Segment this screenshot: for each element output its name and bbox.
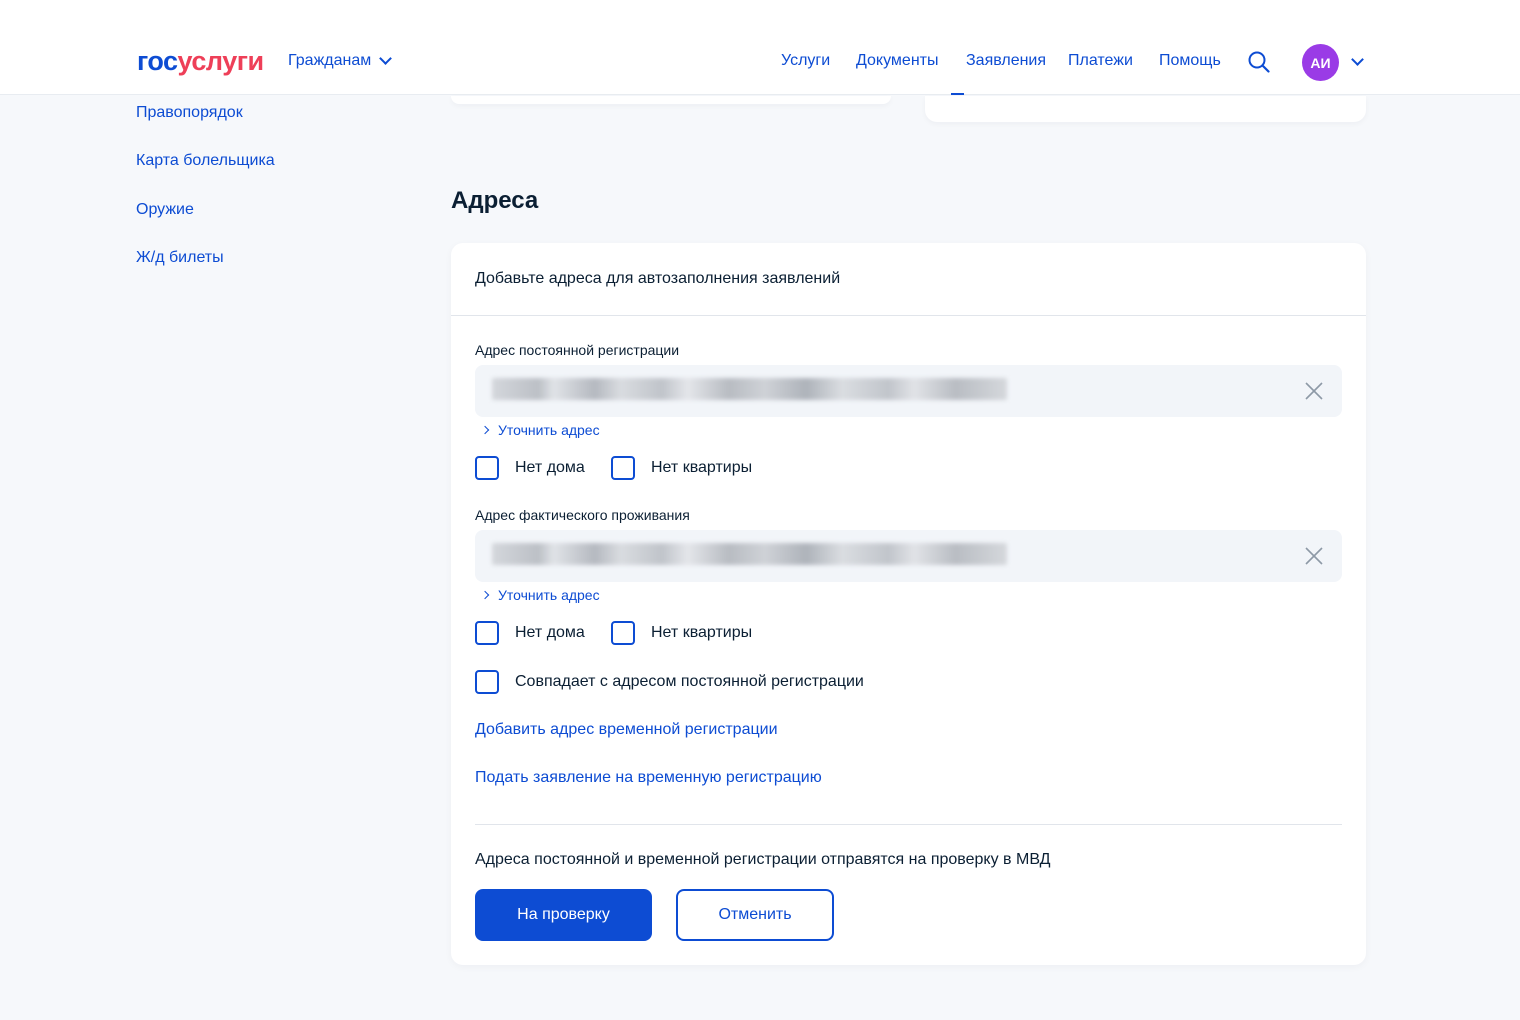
- gosuslugi-logo[interactable]: госуслуги: [137, 46, 264, 76]
- apply-temp-registration-link[interactable]: Подать заявление на временную регистраци…: [475, 769, 822, 787]
- nav-applications[interactable]: Заявления: [966, 52, 1046, 70]
- actual-no-house-checkbox[interactable]: Нет дома: [475, 621, 585, 645]
- chevron-down-icon: [379, 52, 393, 65]
- sidebar-item-train-tickets[interactable]: Ж/д билеты: [136, 249, 224, 267]
- sidebar-item-weapons[interactable]: Оружие: [136, 201, 194, 219]
- page-title: Адреса: [451, 187, 539, 214]
- close-icon[interactable]: [1304, 381, 1324, 401]
- checkbox-label: Нет дома: [515, 624, 585, 641]
- refine-permanent-address[interactable]: Уточнить адрес: [480, 422, 600, 438]
- addresses-intro: Добавьте адреса для автозаполнения заявл…: [475, 270, 841, 287]
- divider: [475, 824, 1342, 825]
- actual-address-field[interactable]: [475, 530, 1342, 582]
- chevron-right-icon: [480, 590, 490, 600]
- actual-no-flat-checkbox[interactable]: Нет квартиры: [611, 621, 752, 645]
- refine-actual-address[interactable]: Уточнить адрес: [480, 587, 600, 603]
- divider: [451, 315, 1366, 316]
- close-icon[interactable]: [1304, 546, 1324, 566]
- previous-card-bottom: [451, 96, 891, 104]
- checkbox-box[interactable]: [475, 621, 499, 645]
- refine-label: Уточнить адрес: [498, 422, 600, 438]
- checkbox-box[interactable]: [475, 670, 499, 694]
- previous-card-bottom-right: [925, 96, 1366, 122]
- nav-help[interactable]: Помощь: [1159, 52, 1221, 70]
- profile-chevron-down-icon[interactable]: [1351, 53, 1364, 66]
- checkbox-box[interactable]: [611, 621, 635, 645]
- checkbox-label: Нет квартиры: [651, 624, 753, 641]
- checkbox-label: Нет квартиры: [651, 459, 753, 476]
- sidebar-item-law-order[interactable]: Правопорядок: [136, 104, 243, 122]
- permanent-no-flat-checkbox[interactable]: Нет квартиры: [611, 456, 752, 480]
- search-icon[interactable]: [1248, 51, 1270, 73]
- checkbox-label: Нет дома: [515, 459, 585, 476]
- permanent-address-label: Адрес постоянной регистрации: [475, 342, 680, 358]
- submit-for-check-button[interactable]: На проверку: [475, 889, 652, 941]
- audience-menu[interactable]: Гражданам: [288, 52, 393, 70]
- checkbox-box[interactable]: [611, 456, 635, 480]
- top-header: госуслуги Гражданам Услуги Документы Зая…: [0, 0, 1520, 95]
- chevron-right-icon: [480, 425, 490, 435]
- permanent-address-field[interactable]: [475, 365, 1342, 417]
- blurred-address-value: [492, 543, 1007, 565]
- refine-label: Уточнить адрес: [498, 587, 600, 603]
- checkbox-box[interactable]: [475, 456, 499, 480]
- nav-payments[interactable]: Платежи: [1068, 52, 1133, 70]
- cancel-button[interactable]: Отменить: [676, 889, 834, 941]
- audience-menu-label: Гражданам: [288, 52, 372, 69]
- avatar[interactable]: АИ: [1302, 44, 1339, 81]
- same-as-permanent-checkbox[interactable]: Совпадает с адресом постоянной регистрац…: [475, 670, 864, 694]
- addresses-card: Добавьте адреса для автозаполнения заявл…: [451, 243, 1366, 965]
- nav-services[interactable]: Услуги: [781, 52, 830, 70]
- permanent-no-house-checkbox[interactable]: Нет дома: [475, 456, 585, 480]
- nav-documents[interactable]: Документы: [856, 52, 938, 70]
- previous-card-marker: [951, 93, 964, 95]
- actual-address-label: Адрес фактического проживания: [475, 507, 690, 523]
- checkbox-label: Совпадает с адресом постоянной регистрац…: [515, 673, 864, 690]
- sidebar-item-fan-card[interactable]: Карта болельщика: [136, 152, 275, 170]
- blurred-address-value: [492, 378, 1007, 400]
- add-temp-address-link[interactable]: Добавить адрес временной регистрации: [475, 721, 778, 739]
- mvd-check-note: Адреса постоянной и временной регистраци…: [475, 851, 1051, 868]
